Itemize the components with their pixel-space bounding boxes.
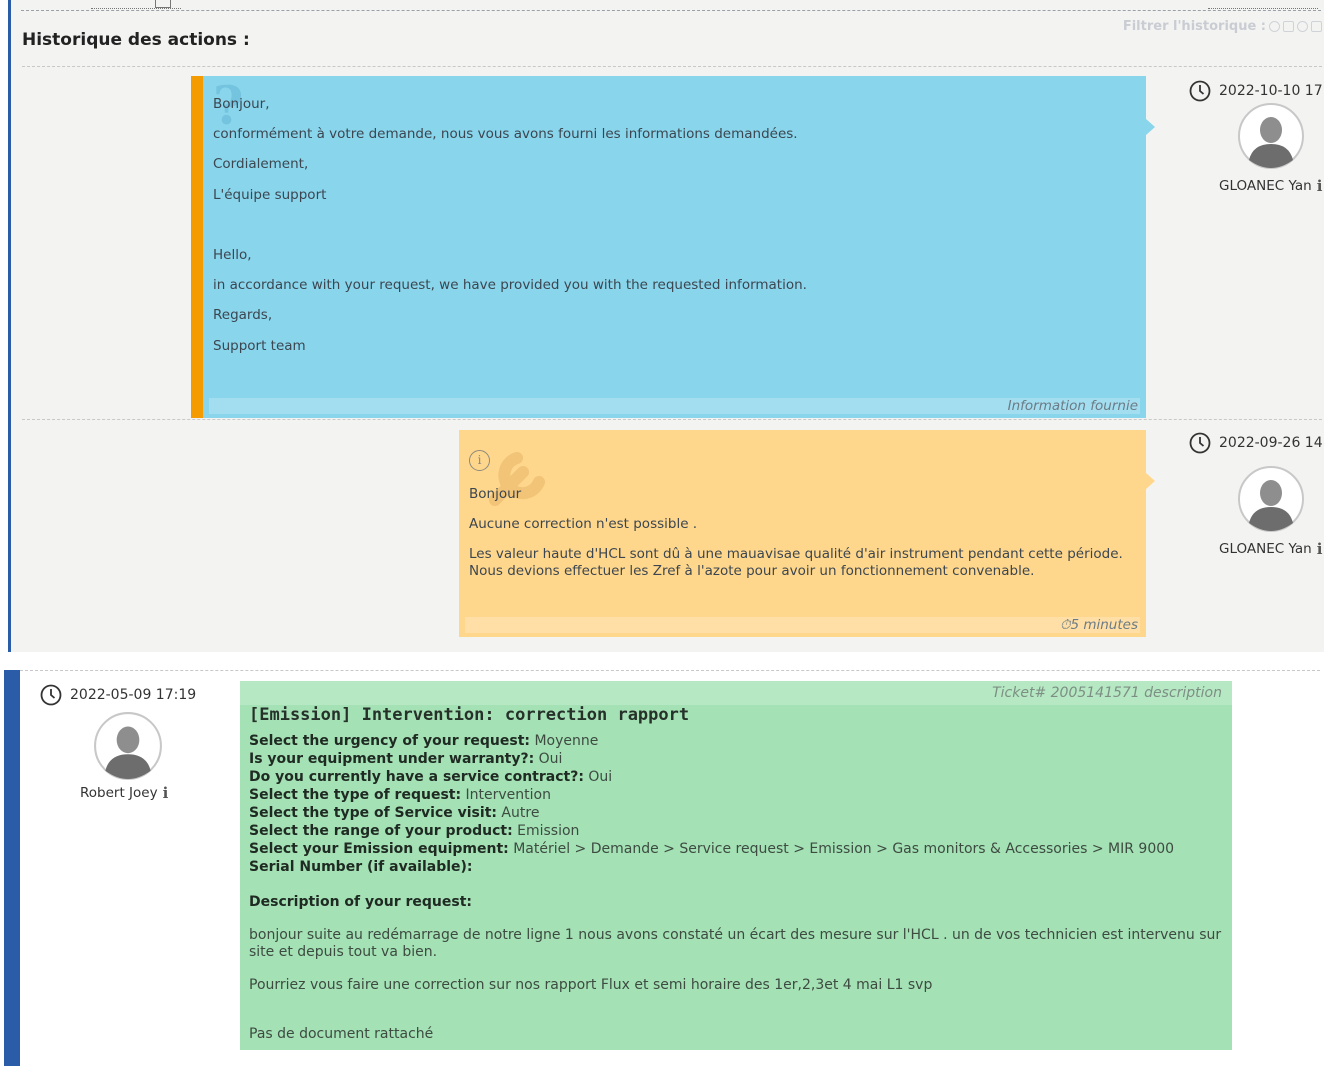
row-divider xyxy=(22,419,1322,420)
filter-label: Filtrer l'historique : xyxy=(1122,19,1266,34)
field-value: Oui xyxy=(534,751,563,767)
field-value: Emission xyxy=(512,823,580,839)
user-info-icon[interactable]: i xyxy=(1317,177,1323,195)
form-field: Is your equipment under warranty?: Oui xyxy=(249,751,562,768)
attachment-filter-icon[interactable] xyxy=(1297,21,1308,32)
clock-icon xyxy=(1189,80,1211,102)
message-line: L'équipe support xyxy=(213,187,327,203)
entry-date-text: 2022-10-10 17 xyxy=(1219,83,1323,99)
ticket-title: [Emission] Intervention: correction rapp… xyxy=(249,705,690,725)
entry-author-name: GLOANEC Yan xyxy=(1219,541,1312,557)
description-heading-text: Description of your request: xyxy=(249,894,473,910)
solution-type-label: Information fournie xyxy=(209,398,1140,414)
description-paragraph: Pourriez vous faire une correction sur n… xyxy=(249,977,933,993)
history-title: Historique des actions : xyxy=(22,30,250,50)
bubble-pointer xyxy=(1146,473,1155,489)
form-field: Serial Number (if available): xyxy=(249,859,473,876)
history-filter[interactable]: Filtrer l'historique : xyxy=(1123,19,1322,34)
field-value: Intervention xyxy=(461,787,551,803)
toolbar-fragment-left xyxy=(91,0,181,9)
field-label: Is your equipment under warranty?: xyxy=(249,751,535,767)
message-line: Bonjour, xyxy=(213,96,270,112)
entry-date: 2022-10-10 17 xyxy=(1189,80,1323,102)
user-avatar-icon[interactable] xyxy=(93,711,163,781)
message-line: Regards, xyxy=(213,307,273,323)
checkbox-filter-icon[interactable] xyxy=(1283,21,1294,32)
ticket-number-label: Ticket# 2005141571 description xyxy=(992,685,1222,701)
form-field: Select your Emission equipment: Matériel… xyxy=(249,841,1174,858)
form-field: Select the range of your product: Emissi… xyxy=(249,823,579,840)
description-date-text: 2022-05-09 17:19 xyxy=(70,687,197,703)
field-value: Autre xyxy=(496,805,540,821)
title-divider xyxy=(22,66,1322,67)
user-info-icon[interactable]: i xyxy=(163,784,169,802)
field-label: Select your Emission equipment: xyxy=(249,841,509,857)
description-paragraph: bonjour suite au redémarrage de notre li… xyxy=(249,927,1222,960)
field-value: Oui xyxy=(583,769,613,785)
description-divider xyxy=(20,670,1320,671)
followup-bubble: ? Bonjour, conformément à votre demande,… xyxy=(191,76,1146,418)
top-divider xyxy=(21,10,1321,11)
message-line: Support team xyxy=(213,338,306,354)
field-value: Matériel > Demande > Service request > E… xyxy=(508,841,1175,857)
message-line: Cordialement, xyxy=(213,156,309,172)
entry-author[interactable]: GLOANEC Yan i xyxy=(1219,540,1322,558)
message-line: Nous devions effectuer les Zref à l'azot… xyxy=(469,563,1035,579)
entry-author-name: GLOANEC Yan xyxy=(1219,178,1312,194)
task-bubble: i Bonjour Aucune correction n'est possib… xyxy=(459,430,1146,637)
bubble-pointer xyxy=(1146,119,1155,135)
description-box: Ticket# 2005141571 description [Emission… xyxy=(240,681,1232,1050)
clock-icon xyxy=(40,684,62,706)
message-line: conformément à votre demande, nous vous … xyxy=(213,126,798,142)
message-line: Les valeur haute d'HCL sont dû à une mau… xyxy=(469,546,1123,562)
field-label: Select the type of request: xyxy=(249,787,462,803)
description-date: 2022-05-09 17:19 xyxy=(40,684,196,706)
form-field: Select the type of request: Intervention xyxy=(249,787,551,804)
message-line: in accordance with your request, we have… xyxy=(213,277,807,293)
task-duration-text: 5 minutes xyxy=(1070,617,1138,633)
field-label: Select the range of your product: xyxy=(249,823,513,839)
task-duration: ⏱5 minutes xyxy=(465,617,1140,633)
comment-filter-icon[interactable] xyxy=(1269,21,1280,32)
user-avatar-icon[interactable] xyxy=(1237,465,1305,533)
entry-date: 2022-09-26 14 xyxy=(1189,432,1323,454)
form-field: Select the urgency of your request: Moye… xyxy=(249,733,598,750)
field-label: Select the urgency of your request: xyxy=(249,733,530,749)
field-label: Serial Number (if available): xyxy=(249,859,473,875)
description-author[interactable]: Robert Joey i xyxy=(80,784,168,802)
entry-author[interactable]: GLOANEC Yan i xyxy=(1219,177,1322,195)
entry-date-text: 2022-09-26 14 xyxy=(1219,435,1323,451)
user-info-icon[interactable]: i xyxy=(1317,540,1323,558)
form-field: Do you currently have a service contract… xyxy=(249,769,612,786)
description-heading: Description of your request: xyxy=(249,894,472,911)
field-label: Select the type of Service visit: xyxy=(249,805,497,821)
message-line: Bonjour xyxy=(469,486,522,502)
field-value: Moyenne xyxy=(530,733,599,749)
user-avatar-icon[interactable] xyxy=(1237,102,1305,170)
description-author-name: Robert Joey xyxy=(80,785,158,801)
info-icon: i xyxy=(469,450,490,471)
attachment-note: Pas de document rattaché xyxy=(249,1026,434,1042)
toolbar-fragment-right xyxy=(1208,0,1318,9)
clock-icon xyxy=(1189,432,1211,454)
timer-icon: ⏱ xyxy=(1059,617,1071,633)
form-field: Select the type of Service visit: Autre xyxy=(249,805,539,822)
lock-filter-icon[interactable] xyxy=(1311,21,1322,32)
field-label: Do you currently have a service contract… xyxy=(249,769,584,785)
message-line: Hello, xyxy=(213,247,252,263)
message-line: Aucune correction n'est possible . xyxy=(469,516,698,532)
